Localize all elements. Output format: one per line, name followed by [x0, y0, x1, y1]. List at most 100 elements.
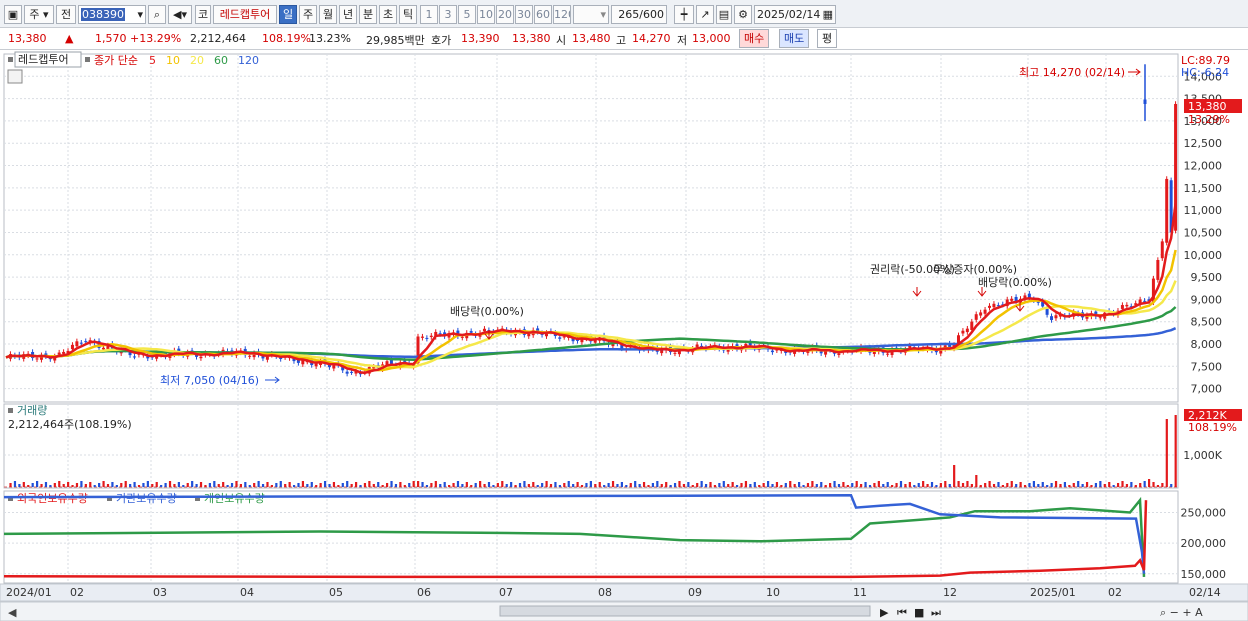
- x-axis-label: 06: [417, 586, 431, 599]
- interval-20[interactable]: 20: [496, 5, 514, 24]
- volume-bar: [350, 484, 353, 487]
- volume-bar: [1165, 419, 1168, 487]
- interval-select[interactable]: ▾: [573, 5, 609, 24]
- volume-bar: [1099, 481, 1102, 487]
- balance-button[interactable]: 평: [817, 29, 838, 48]
- date-input[interactable]: 2025/02/14 ▦: [754, 5, 836, 24]
- tab-month[interactable]: 월: [319, 5, 337, 24]
- volume-bar: [793, 484, 796, 487]
- volume-bar: [731, 482, 734, 487]
- volume-bar: [195, 484, 198, 487]
- volume-bar: [696, 483, 699, 487]
- holding-legend-label: 기관보유수량: [116, 492, 177, 505]
- volume-bar: [204, 485, 207, 487]
- candle-body: [1054, 315, 1058, 319]
- interval-1[interactable]: 1: [420, 5, 438, 24]
- candle-body: [70, 344, 74, 350]
- scrollbar-thumb: [499, 605, 871, 617]
- candle-type-icon[interactable]: ┿: [674, 5, 694, 24]
- volume-bar: [851, 483, 854, 487]
- interval-30[interactable]: 30: [515, 5, 533, 24]
- volume-bar: [177, 482, 180, 487]
- volume-bar: [284, 484, 287, 487]
- volume-bar: [842, 482, 845, 487]
- volume-bar: [709, 482, 712, 487]
- volume-bar: [456, 481, 460, 487]
- volume-bar: [62, 484, 65, 487]
- candle-body: [57, 352, 61, 355]
- volume-bar: [403, 485, 406, 487]
- volume-bar: [80, 481, 83, 487]
- stock-code-input[interactable]: 038390 ▾: [78, 5, 146, 24]
- sell-button[interactable]: 매도: [779, 29, 810, 48]
- volume-bar: [461, 484, 464, 487]
- tab-day[interactable]: 일: [279, 5, 297, 24]
- volume-bar: [315, 485, 318, 487]
- volume-bar: [789, 481, 792, 487]
- candle-body: [345, 371, 349, 374]
- market-select[interactable]: 주 ▾: [24, 5, 54, 24]
- interval-60[interactable]: 60: [534, 5, 552, 24]
- holding-tick: 200,000: [1181, 537, 1227, 550]
- interval-3[interactable]: 3: [439, 5, 457, 24]
- volume-bar: [1161, 483, 1164, 487]
- low-price: 13,000: [692, 32, 731, 45]
- volume-bar: [957, 481, 960, 487]
- name-prefix[interactable]: 코: [195, 5, 211, 24]
- x-axis-label: 03: [153, 586, 167, 599]
- speaker-icon[interactable]: ◀▾: [168, 5, 192, 24]
- volume-bar: [341, 483, 344, 487]
- save-icon[interactable]: ▤: [716, 5, 732, 24]
- bid-price: 13,380: [512, 32, 551, 45]
- current-price: 13,380: [8, 32, 47, 45]
- high-price: 14,270: [632, 32, 671, 45]
- volume-bar: [253, 483, 256, 487]
- volume-bar: [735, 485, 739, 487]
- volume-bar: [160, 485, 163, 487]
- tab-second[interactable]: 초: [379, 5, 397, 24]
- tab-year[interactable]: 년: [339, 5, 357, 24]
- tab-minute[interactable]: 분: [359, 5, 377, 24]
- playback-control-icon: ▶: [880, 606, 889, 619]
- interval-120[interactable]: 120: [553, 5, 571, 24]
- candle-body: [558, 337, 562, 339]
- volume-bar: [226, 485, 229, 487]
- ma-60-legend: 60: [214, 54, 228, 67]
- low-label: 저: [677, 34, 688, 47]
- market-label: 주: [29, 8, 40, 21]
- x-axis-label: 09: [688, 586, 702, 599]
- count-input[interactable]: 265/600: [611, 5, 667, 24]
- volume-bar: [922, 481, 925, 487]
- gear-icon[interactable]: ⚙: [734, 5, 752, 24]
- layout-icon[interactable]: ▣: [4, 5, 22, 24]
- x-axis-label: 11: [853, 586, 867, 599]
- volume-bar: [346, 481, 349, 487]
- volume-bar: [638, 484, 641, 487]
- holding-tick: 250,000: [1181, 506, 1227, 519]
- volume-bar: [514, 485, 517, 487]
- stock-chart[interactable]: 14,00013,50013,00012,50012,00011,50011,0…: [0, 50, 1248, 621]
- volume-bar: [1059, 484, 1062, 487]
- volume-bar: [873, 483, 876, 487]
- buy-button[interactable]: 매수: [739, 29, 770, 48]
- search-icon[interactable]: ⌕: [148, 5, 166, 24]
- volume-bar: [102, 481, 105, 487]
- volume-bar: [288, 482, 291, 487]
- tab-week[interactable]: 주: [299, 5, 317, 24]
- candle-body: [469, 331, 473, 333]
- x-axis-label: 07: [499, 586, 513, 599]
- interval-10[interactable]: 10: [477, 5, 495, 24]
- tab-tick[interactable]: 틱: [399, 5, 417, 24]
- stock-name[interactable]: 레드캡투어: [213, 5, 277, 24]
- candle-body: [79, 342, 83, 344]
- volume-bar: [616, 484, 619, 487]
- volume-bar: [1019, 482, 1022, 487]
- interval-5[interactable]: 5: [458, 5, 476, 24]
- volume-bar: [1077, 481, 1080, 487]
- volume-bar: [217, 484, 220, 487]
- volume-bar: [691, 485, 694, 487]
- volume-bar: [651, 483, 655, 487]
- draw-tool-icon[interactable]: ↗: [696, 5, 714, 24]
- volume-bar: [855, 481, 858, 487]
- prev-button[interactable]: 전: [56, 5, 76, 24]
